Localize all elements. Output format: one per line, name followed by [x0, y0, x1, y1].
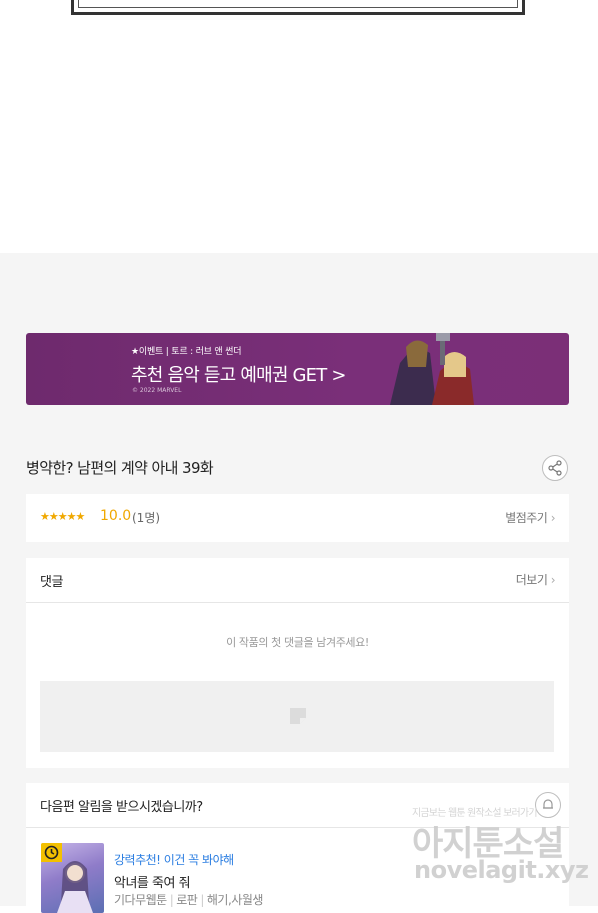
share-button[interactable]	[542, 455, 568, 481]
rate-button[interactable]: 별점주기 ›	[505, 509, 555, 526]
chevron-right-icon: ›	[550, 573, 556, 587]
comic-panel-frame	[71, 0, 525, 15]
rating-score: 10.0	[100, 508, 132, 524]
watermark: 지금보는 웹툰 원작소설 보러가기 아지툰소설 novelagit.xyz	[412, 804, 592, 894]
banner-event-label: ★이벤트 | 토르 : 러브 앤 썬더	[131, 347, 242, 357]
recommendation-authors: 해기,사월생	[206, 893, 264, 907]
comment-input[interactable]	[40, 681, 554, 752]
chevron-right-icon: ›	[550, 511, 556, 525]
comment-more-button[interactable]: 더보기 ›	[515, 571, 556, 588]
comment-write-icon	[290, 708, 306, 724]
rate-button-label: 별점주기	[505, 511, 548, 525]
clock-icon	[44, 845, 59, 860]
banner-copyright: © 2022 MARVEL	[132, 387, 182, 394]
banner-headline: 추천 음악 듣고 예매권 GET >	[131, 365, 346, 386]
banner-movie-art	[370, 333, 490, 405]
rating-stars: ★★★★★	[40, 510, 85, 523]
episode-title: 병약한? 남편의 계약 아내 39화	[26, 459, 214, 477]
recommendation-category: 기다무웹툰	[114, 893, 167, 907]
divider	[26, 602, 569, 603]
share-icon	[548, 460, 562, 476]
recommendation-thumbnail[interactable]	[41, 843, 104, 913]
rating-card: ★★★★★ 10.0 (1명) 별점주기 ›	[26, 494, 569, 542]
rating-count: (1명)	[132, 511, 161, 525]
next-episode-prompt: 다음편 알림을 받으시겠습니까?	[40, 800, 203, 815]
recommendation-genre: 로판	[176, 893, 198, 907]
comment-title: 댓글	[40, 575, 63, 590]
comment-section: 댓글 더보기 › 이 작품의 첫 댓글을 남겨주세요!	[26, 558, 569, 768]
comment-more-label: 더보기	[515, 573, 548, 587]
comic-image-area	[0, 0, 598, 253]
wait-free-badge	[41, 843, 62, 862]
recommendation-title[interactable]: 악녀를 죽여 줘	[114, 872, 191, 891]
recommendation-meta: 기다무웹툰 | 로판 | 해기,사월생	[114, 893, 264, 907]
ad-banner[interactable]: ★이벤트 | 토르 : 러브 앤 썬더 추천 음악 듣고 예매권 GET > ©…	[26, 333, 569, 405]
recommendation-promo[interactable]: 강력추천! 이건 꼭 봐야해	[114, 851, 234, 868]
watermark-url: novelagit.xyz	[414, 856, 589, 884]
comment-empty-message: 이 작품의 첫 댓글을 남겨주세요!	[226, 636, 369, 649]
